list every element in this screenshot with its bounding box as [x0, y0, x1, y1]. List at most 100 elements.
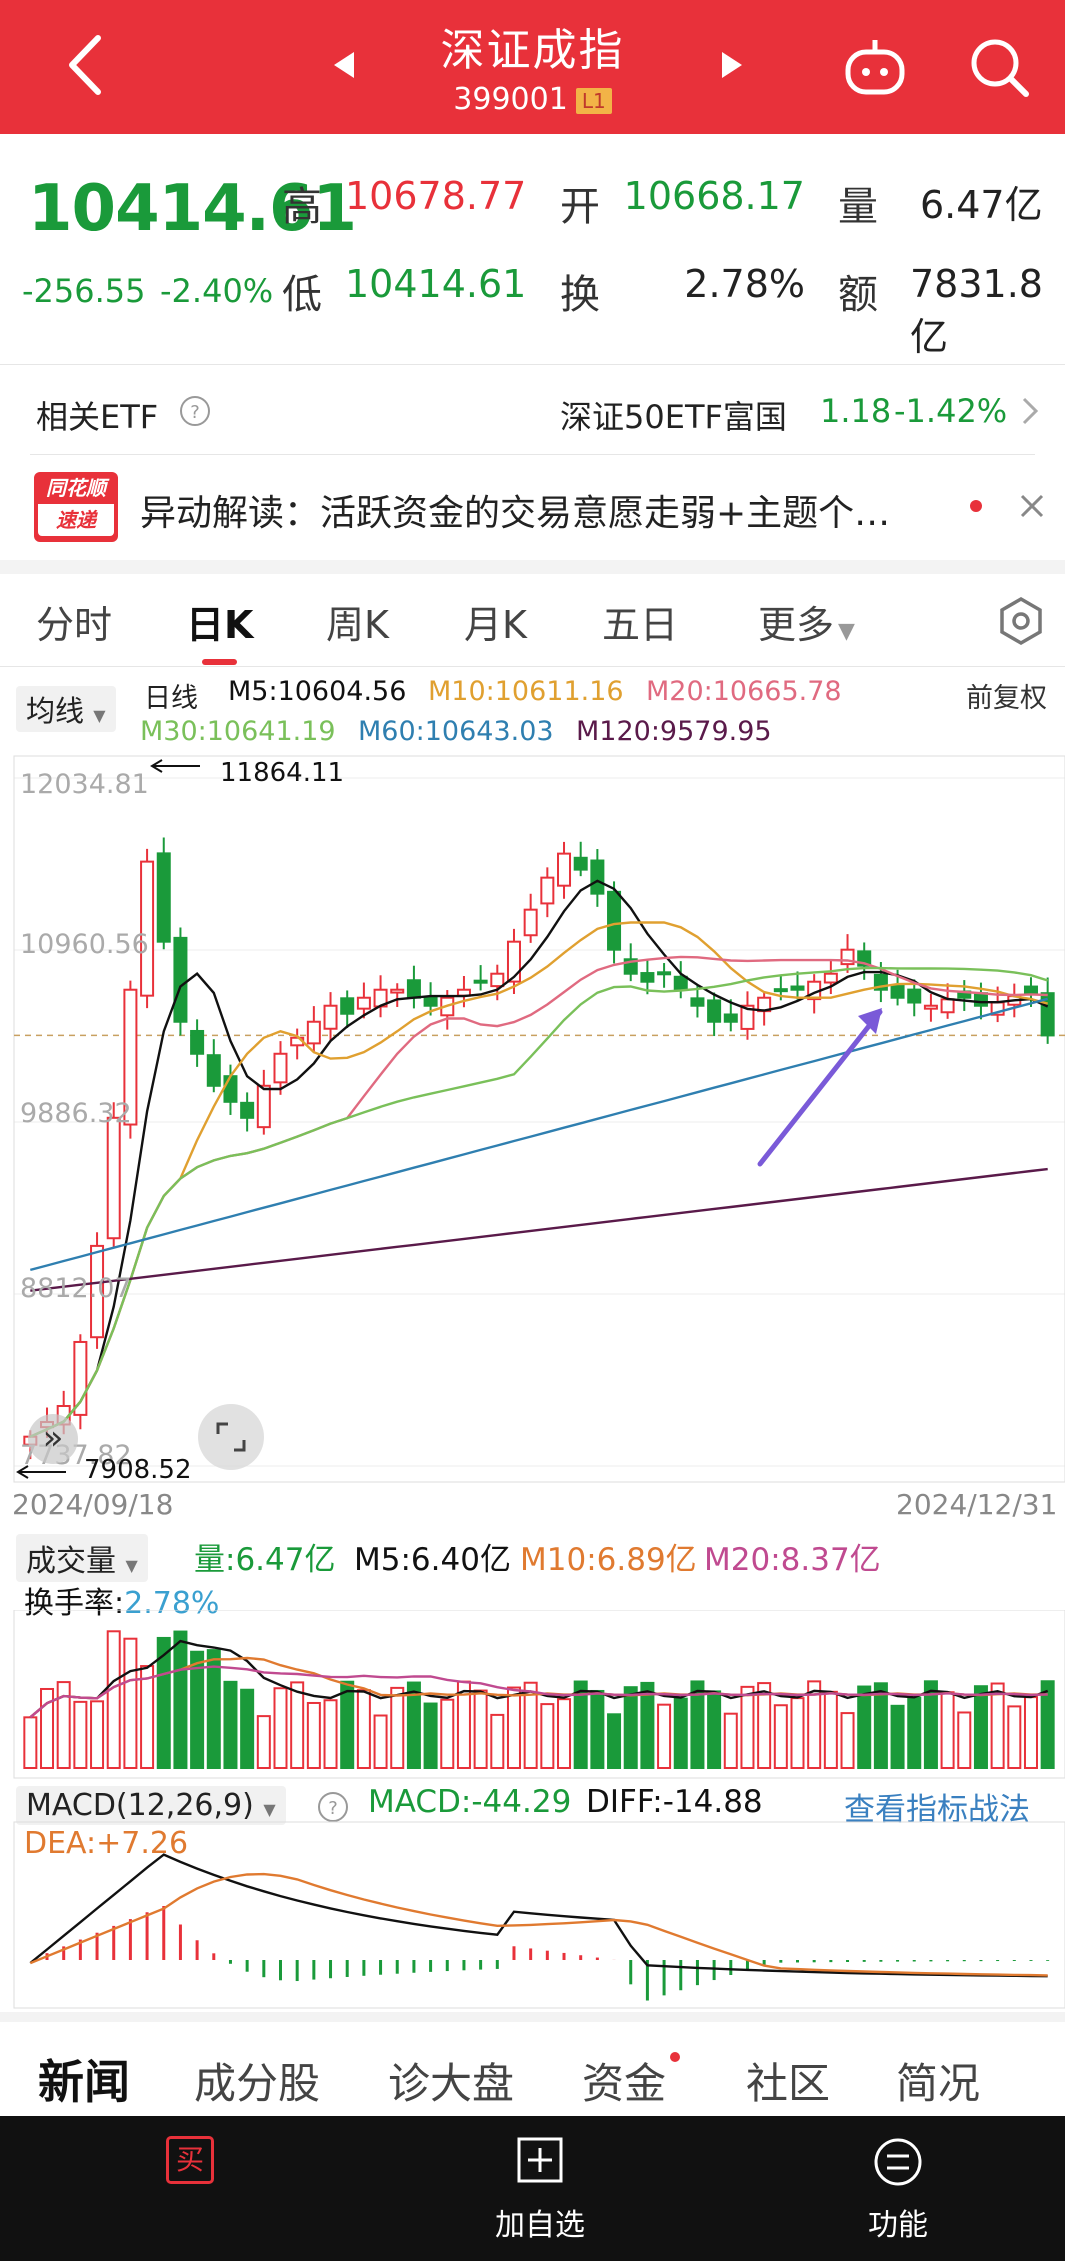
open-label: 开	[560, 184, 600, 230]
volume-bar	[506, 1686, 521, 1769]
tab-monthly-k[interactable]: 月K	[464, 594, 527, 649]
volume-bar	[240, 1688, 255, 1769]
volume-bar	[173, 1630, 188, 1770]
adjust-label[interactable]: 前复权	[966, 676, 1047, 715]
volume-bar	[673, 1697, 688, 1769]
add-icon	[517, 2137, 563, 2183]
macd-value: MACD:-44.29	[368, 1784, 572, 1820]
change-percent: -2.40%	[160, 272, 274, 310]
candle-body	[640, 972, 655, 983]
volume-bar	[290, 1681, 305, 1769]
volume-bar	[973, 1685, 988, 1769]
candle-body	[206, 1054, 221, 1087]
volume-bar	[90, 1700, 105, 1769]
volume-bar	[256, 1715, 271, 1769]
volume-bar	[340, 1680, 355, 1769]
caret-down-icon: ▼	[838, 619, 855, 644]
period-label: 日线	[144, 683, 198, 714]
annotation-arrow-head	[858, 1008, 882, 1034]
candle-body	[573, 856, 588, 871]
volume-bar	[123, 1637, 138, 1769]
menu-icon	[874, 2138, 922, 2186]
robot-icon[interactable]	[842, 38, 908, 98]
volume-bar	[823, 1690, 838, 1769]
add-watchlist-button[interactable]: 加自选	[480, 2136, 600, 2244]
volume-bar	[557, 1698, 572, 1769]
caret-down-icon: ▼	[93, 706, 106, 725]
volume-bar	[23, 1716, 38, 1770]
etf-label: 相关ETF	[36, 398, 159, 436]
tab-more-label: 更多	[758, 603, 835, 647]
svg-text:?: ?	[190, 402, 200, 423]
candle-body	[190, 1029, 205, 1055]
dea-line	[29, 1872, 1048, 1977]
y-tick-4: 8812.07	[20, 1273, 132, 1304]
next-index-icon[interactable]	[722, 52, 742, 78]
tab-funds[interactable]: 资金	[582, 2050, 666, 2111]
header-bar: 深证成指 399001 L1	[0, 0, 1065, 134]
volume-bar	[390, 1686, 405, 1769]
tab-five-day[interactable]: 五日	[602, 594, 678, 649]
candle-body	[890, 984, 905, 999]
turnover-value: 2.78%	[684, 262, 805, 306]
double-chevron-icon[interactable]: »	[28, 1414, 78, 1464]
kline-chart[interactable]	[0, 754, 1065, 1484]
max-price-note: 11864.11	[220, 758, 345, 788]
candle-body	[106, 1116, 121, 1240]
volume-bar	[607, 1713, 622, 1769]
unread-dot	[970, 500, 982, 512]
volume-bar	[306, 1701, 321, 1769]
function-button[interactable]: 功能	[858, 2136, 938, 2244]
ma-selector[interactable]: 均线 ▼	[16, 686, 116, 732]
amount-value: 7831.8亿	[910, 262, 1043, 359]
related-etf-row[interactable]: 相关ETF ? 深证50ETF富国 1.18 -1.42%	[0, 364, 1065, 454]
high-value: 10678.77	[345, 174, 527, 218]
candle-body	[490, 972, 505, 988]
tab-daily-k[interactable]: 日K	[186, 594, 253, 665]
candle-body	[723, 1013, 738, 1023]
buy-button[interactable]: 买	[150, 2136, 230, 2184]
bottom-nav: 买 加自选 功能	[0, 2116, 1065, 2261]
vol-ma20-label: M20:8.37亿	[704, 1542, 881, 1578]
candle-body	[323, 1004, 338, 1030]
help-icon[interactable]: ?	[178, 394, 212, 428]
macd-chart[interactable]	[0, 1820, 1065, 2010]
candle-body	[356, 996, 371, 1010]
volume-bar	[373, 1714, 388, 1770]
code-text: 399001	[453, 82, 568, 117]
candle-body	[923, 1004, 938, 1010]
ma-selector-label: 均线	[26, 694, 85, 728]
candle-body	[540, 876, 555, 905]
tab-weekly-k[interactable]: 周K	[326, 594, 389, 649]
candle-body	[273, 1052, 288, 1084]
diff-value: DIFF:-14.88	[586, 1784, 763, 1820]
volume-chart[interactable]	[0, 1610, 1065, 1780]
ma10-label: M10:10611.16	[428, 676, 624, 707]
help-icon[interactable]: ?	[316, 1790, 350, 1824]
volume-bar	[990, 1682, 1005, 1769]
candle-body	[590, 859, 605, 895]
candle-body	[473, 979, 488, 984]
ma60-label: M60:10643.03	[358, 716, 554, 747]
news-row[interactable]: 同花顺 速递 异动解读：活跃资金的交易意愿走弱+主题个…	[0, 454, 1065, 558]
volume-selector[interactable]: 成交量 ▼	[16, 1534, 148, 1582]
candle-body	[223, 1075, 238, 1103]
fullscreen-icon[interactable]	[198, 1404, 264, 1470]
tab-community[interactable]: 社区	[746, 2050, 830, 2111]
turnover-label: 换	[560, 272, 600, 318]
tab-diagnosis[interactable]: 诊大盘	[388, 2050, 514, 2111]
settings-icon[interactable]	[998, 596, 1044, 646]
tab-more[interactable]: 更多 ▼	[758, 594, 855, 649]
tab-components[interactable]: 成分股	[194, 2050, 320, 2111]
search-icon[interactable]	[966, 34, 1032, 100]
ma20-label: M20:10665.78	[646, 676, 842, 707]
ma120-label: M120:9579.95	[576, 716, 772, 747]
candle-body	[707, 999, 722, 1023]
candle-body	[1023, 985, 1038, 994]
close-icon[interactable]	[1018, 492, 1046, 520]
tab-news[interactable]: 新闻	[38, 2046, 130, 2112]
volume-bar	[740, 1685, 755, 1769]
volume-bar	[890, 1704, 905, 1769]
volume-bar	[840, 1712, 855, 1770]
tab-fenshi[interactable]: 分时	[36, 594, 112, 649]
